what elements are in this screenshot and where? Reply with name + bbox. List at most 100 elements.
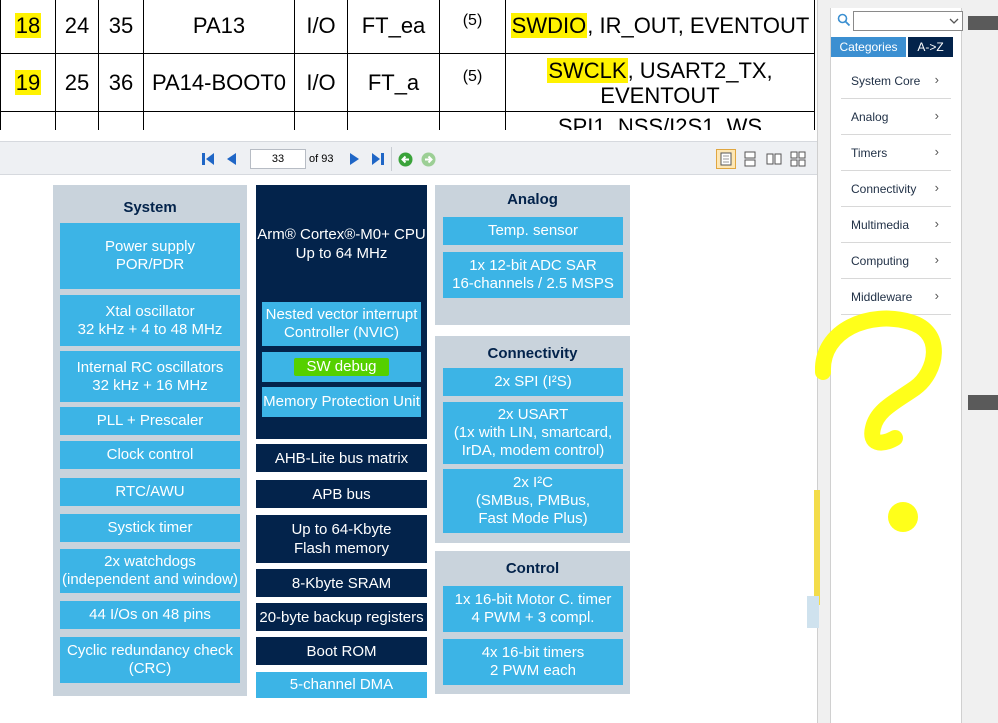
facing-pages-icon[interactable] [765,150,783,168]
category-multimedia[interactable]: Multimedia › [841,207,951,243]
page-number-input[interactable] [250,149,306,169]
last-page-icon[interactable] [370,150,386,168]
pin-type-cell: I/O [294,0,348,54]
function-text: , IR_OUT, EVENTOUT [587,13,810,38]
diagram-block: Power supply POR/PDR [60,223,240,289]
cpu-label: Arm® Cortex®-M0+ CPU Up to 64 MHz [257,226,426,262]
search-input[interactable] [853,11,963,31]
highlighted-pin-number: 19 [14,69,42,95]
chevron-right-icon: › [934,216,939,231]
chevron-right-icon: › [934,252,939,267]
page-count: of 93 [309,153,334,165]
alternate-function-cell: SWCLK, USART2_TX, EVENTOUT [505,53,815,112]
search-icon[interactable] [837,13,851,32]
block-diagram: System Power supply POR/PDR Xtal oscilla… [0,176,817,723]
blue-edge-strip [807,596,819,628]
table-cell [55,111,99,130]
table-row: 18 24 35 PA13 I/O FT_ea (5) SWDIO, IR_OU… [0,0,815,54]
diagram-block: Clock control [60,441,240,469]
category-label: Connectivity [851,181,917,196]
table-cell: 18 [0,0,56,54]
sw-debug-highlight: SW debug [294,358,389,376]
category-label: Middleware [851,289,913,304]
screen: 18 24 35 PA13 I/O FT_ea (5) SWDIO, IR_OU… [0,0,998,723]
diagram-block: 1x 16-bit Motor C. timer 4 PWM + 3 compl… [443,586,623,632]
category-system-core[interactable]: System Core › [841,63,951,99]
table-cell: 36 [98,53,144,112]
diagram-block: APB bus [256,480,427,508]
diagram-block: AHB-Lite bus matrix [256,444,427,472]
pin-name-cell: PA14-BOOT0 [143,53,295,112]
diagram-block: 4x 16-bit timers 2 PWM each [443,639,623,685]
diagram-block: 20-byte backup registers [256,603,427,631]
category-analog[interactable]: Analog › [841,99,951,135]
next-page-icon[interactable] [348,150,362,168]
table-cell: 19 [0,53,56,112]
category-label: System Core [851,73,921,88]
category-connectivity[interactable]: Connectivity › [841,171,951,207]
category-label: Computing [851,253,910,268]
table-row: 19 25 36 PA14-BOOT0 I/O FT_a (5) SWCLK, … [0,53,815,112]
diagram-block: Boot ROM [256,637,427,665]
first-page-icon[interactable] [200,150,216,168]
pin-table: 18 24 35 PA13 I/O FT_ea (5) SWDIO, IR_OU… [0,0,815,130]
diagram-block: 1x 12-bit ADC SAR 16-channels / 2.5 MSPS [443,252,623,298]
chevron-right-icon: › [934,288,939,303]
category-label: Analog [851,109,889,124]
sw-debug-block: SW debug [262,352,421,382]
note-cell: (5) [439,0,506,54]
connectivity-panel: Connectivity 2x SPI (I²S) 2x USART (1x w… [435,336,630,543]
table-cell [98,111,144,130]
highlighted-function: SWDIO [510,13,588,38]
category-computing[interactable]: Computing › [841,243,951,279]
category-label: Timers [851,145,888,160]
table-cell [347,111,440,130]
category-middleware[interactable]: Middleware › [841,279,951,315]
table-cell [143,111,295,130]
table-cell: 35 [98,0,144,54]
table-cell: SPI1_NSS/I2S1_WS [505,111,815,130]
toolbar-separator [391,147,392,171]
table-cell [0,111,56,130]
diagram-block: Temp. sensor [443,217,623,245]
category-label: Multimedia [851,217,910,232]
highlighted-pin-number: 18 [14,12,42,38]
diagram-block: 2x I²C (SMBus, PMBus, Fast Mode Plus) [443,469,623,533]
continuous-facing-icon[interactable] [789,150,807,168]
panel-title: System [123,199,177,216]
nvic-block: Nested vector interrupt Controller (NVIC… [262,302,421,346]
diagram-block: PLL + Prescaler [60,407,240,435]
control-panel: Control 1x 16-bit Motor C. timer 4 PWM +… [435,551,630,694]
single-page-icon[interactable] [716,149,736,169]
note-cell: (5) [439,53,506,112]
tab-a-to-z[interactable]: A->Z [908,37,953,57]
io-structure-cell: FT_ea [347,0,440,54]
forward-icon[interactable] [420,150,436,168]
back-icon[interactable] [397,150,413,168]
dark-edge-bar [968,16,998,30]
panel-title: Control [505,560,560,577]
panel-title: Connectivity [487,345,578,362]
chevron-right-icon: › [934,108,939,123]
prev-page-icon[interactable] [223,150,239,168]
chevron-right-icon: › [934,144,939,159]
search-row [835,11,963,32]
pdf-toolbar: of 93 [0,141,817,175]
panel-title: Analog [507,191,558,208]
diagram-block: Up to 64-Kbyte Flash memory [256,515,427,563]
category-timers[interactable]: Timers › [841,135,951,171]
alternate-function-cell: SWDIO, IR_OUT, EVENTOUT [505,0,815,54]
table-cell [439,111,506,130]
table-cell: 25 [55,53,99,112]
dma-block: 5-channel DMA [256,672,427,698]
diagram-block: Cyclic redundancy check (CRC) [60,637,240,683]
table-cell [294,111,348,130]
tab-categories[interactable]: Categories [831,37,906,57]
dropdown-chevron-icon[interactable] [949,14,959,32]
cut-off-function-text: SPI1_NSS/I2S1_WS [557,114,763,130]
diagram-block: Xtal oscillator 32 kHz + 4 to 48 MHz [60,295,240,346]
continuous-page-icon[interactable] [741,150,759,168]
pin-table-area: 18 24 35 PA13 I/O FT_ea (5) SWDIO, IR_OU… [0,0,820,130]
table-row: SPI1_NSS/I2S1_WS [0,111,815,130]
diagram-block: Systick timer [60,514,240,542]
